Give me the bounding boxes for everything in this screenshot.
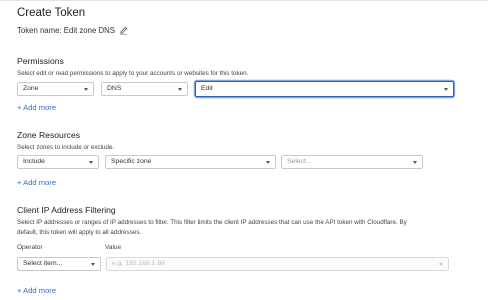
operator-label: Operator — [17, 244, 43, 251]
operator-select[interactable]: Select item... — [17, 257, 101, 271]
zone-mode-select[interactable]: Include — [17, 155, 99, 169]
zone-resources-heading: Zone Resources — [17, 130, 81, 140]
top-divider — [0, 0, 488, 1]
ip-filtering-description-line1: Select IP addresses or ranges of IP addr… — [17, 219, 407, 226]
permissions-heading: Permissions — [17, 56, 64, 66]
token-name-row: Token name: Edit zone DNS — [17, 26, 128, 35]
zone-mode-value: Include — [23, 158, 45, 165]
chevron-down-icon — [91, 262, 95, 266]
ip-value-select[interactable]: e.g. 192.168.1.88 — [106, 257, 449, 271]
zone-resources-description: Select zones to include or exclude. — [17, 144, 115, 151]
permission-group-value: DNS — [107, 85, 122, 92]
chevron-down-icon — [444, 87, 448, 91]
ip-add-more-link[interactable]: + Add more — [17, 286, 56, 295]
ip-value-placeholder: e.g. 192.168.1.88 — [112, 260, 165, 267]
value-label: Value — [105, 244, 122, 251]
chevron-down-icon — [413, 160, 417, 164]
operator-placeholder: Select item... — [23, 260, 63, 267]
permission-level-value: Edit — [201, 85, 213, 92]
page-title: Create Token — [17, 7, 86, 19]
chevron-down-icon — [178, 87, 182, 91]
ip-filtering-description-line2: default, this token will apply to all ad… — [17, 229, 142, 236]
permission-group-select[interactable]: DNS — [101, 82, 188, 96]
permission-scope-value: Zone — [23, 85, 39, 92]
chevron-down-icon — [266, 160, 270, 164]
zone-add-more-link[interactable]: + Add more — [17, 178, 56, 187]
chevron-down-icon — [84, 87, 88, 91]
chevron-down-icon — [439, 262, 443, 266]
chevron-down-icon — [89, 160, 93, 164]
permission-level-select[interactable]: Edit — [195, 81, 454, 97]
zone-select-placeholder: Select... — [287, 158, 312, 165]
zone-select[interactable]: Select... — [281, 155, 423, 169]
pencil-icon[interactable] — [119, 26, 128, 35]
permission-scope-select[interactable]: Zone — [17, 82, 94, 96]
ip-filtering-heading: Client IP Address Filtering — [17, 205, 116, 215]
permissions-description: Select edit or read permissions to apply… — [17, 70, 249, 77]
zone-target-select[interactable]: Specific zone — [105, 155, 276, 169]
permissions-add-more-link[interactable]: + Add more — [17, 103, 56, 112]
token-name-text: Token name: Edit zone DNS — [17, 26, 115, 35]
zone-target-value: Specific zone — [111, 158, 152, 165]
